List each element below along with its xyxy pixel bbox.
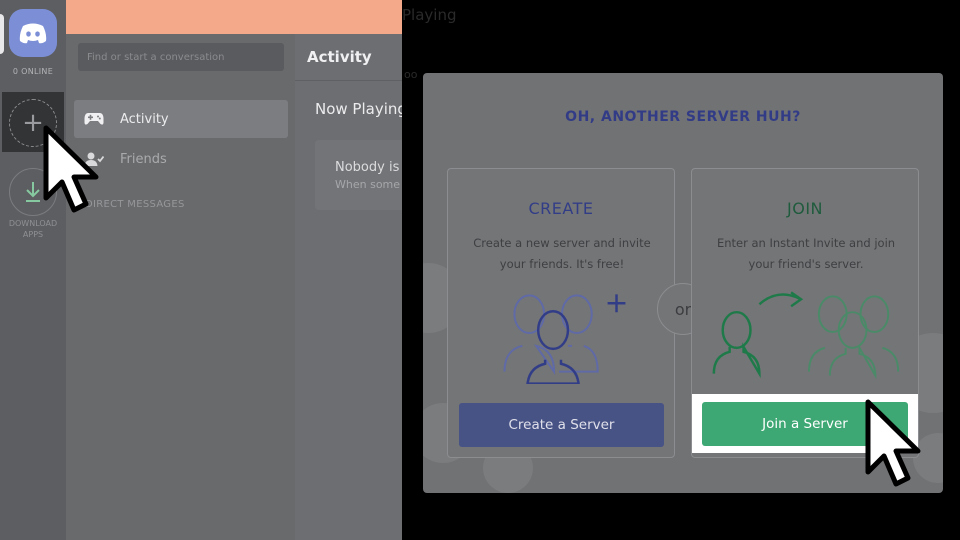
pointer-cursor-icon: [43, 125, 99, 213]
online-count: 0 ONLINE: [12, 67, 54, 76]
home-indicator: [0, 14, 4, 54]
sidebar-item-friends[interactable]: Friends: [74, 141, 288, 177]
page-title: Activity: [307, 48, 372, 66]
find-conversation-input[interactable]: [78, 43, 284, 71]
pointer-cursor-icon: [865, 399, 921, 487]
join-heading: JOIN: [787, 199, 823, 218]
download-arrow-icon: [26, 182, 40, 202]
join-description: Enter an Instant Invite and join your fr…: [716, 236, 896, 271]
header-divider: [295, 80, 402, 81]
person-arrow-group-icon: [712, 291, 900, 380]
create-server-button[interactable]: Create a Server: [459, 403, 664, 447]
discord-logo-icon[interactable]: [9, 9, 57, 57]
sidebar-item-label: Activity: [120, 111, 169, 127]
download-apps-label: DOWNLOAD APPS: [8, 219, 58, 239]
create-server-card: CREATE Create a new server and invite yo…: [447, 168, 675, 458]
background-text-fragment: oo: [404, 68, 418, 81]
empty-state-title: Nobody is: [335, 160, 400, 175]
group-plus-icon: [503, 294, 626, 384]
sidebar-item-label: Friends: [120, 151, 167, 167]
now-playing-heading: Now Playing: [315, 100, 402, 118]
notice-bar: [66, 0, 402, 34]
empty-state-subtitle: When some: [335, 178, 401, 191]
create-description: Create a new server and invite your frie…: [473, 236, 651, 271]
server-rail: 0 ONLINE: [0, 0, 66, 540]
channel-sidebar: [66, 0, 295, 540]
modal-title: OH, ANOTHER SERVER HUH?: [565, 109, 801, 125]
background-text-fragment: Playing: [402, 6, 457, 24]
plus-icon: +: [22, 108, 44, 138]
main-panel: Activity Now Playing Nobody is When some: [295, 34, 402, 540]
empty-state-card: Nobody is When some: [315, 140, 402, 210]
sidebar-item-activity[interactable]: Activity: [74, 100, 288, 138]
create-heading: CREATE: [528, 199, 594, 218]
